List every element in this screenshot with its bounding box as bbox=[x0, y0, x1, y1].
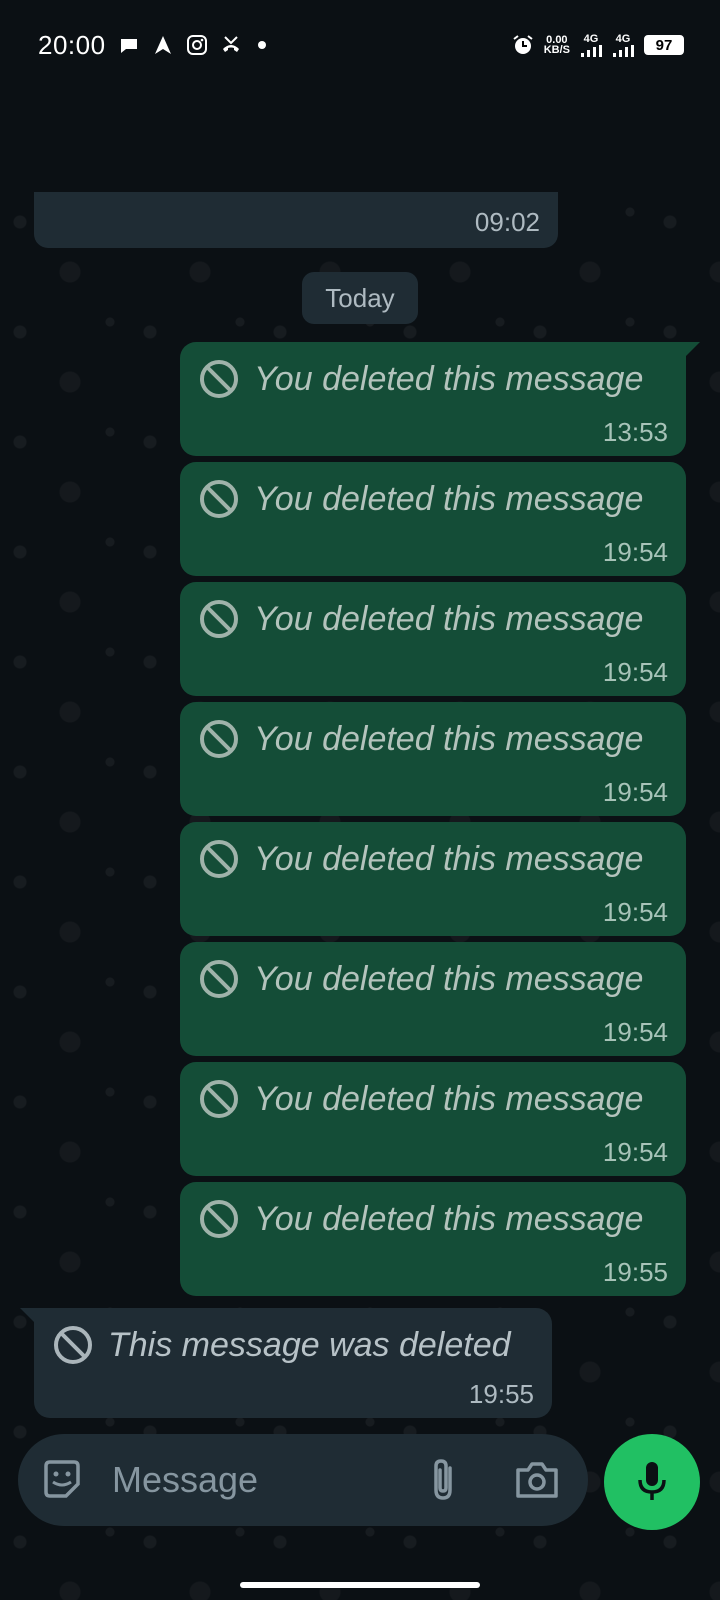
deleted-message-row: This message was deleted bbox=[52, 1324, 511, 1366]
outgoing-message-bubble[interactable]: You deleted this message 13:53 bbox=[180, 342, 700, 456]
chat-area[interactable]: 09:02 Today You deleted this message 13:… bbox=[0, 192, 720, 1600]
network-speed: 0.00 KB/S bbox=[543, 35, 570, 56]
notification-dot-icon bbox=[257, 41, 266, 49]
deleted-message-text: You deleted this message bbox=[254, 1079, 644, 1118]
message-time: 19:55 bbox=[602, 1257, 668, 1287]
deleted-message-row: You deleted this message bbox=[198, 838, 643, 880]
message-time: 19:54 bbox=[602, 777, 668, 807]
deleted-ban-icon bbox=[54, 1326, 92, 1364]
deleted-message-row: You deleted this message bbox=[198, 1198, 643, 1240]
deleted-message-row: You deleted this message bbox=[198, 598, 643, 640]
deleted-ban-icon bbox=[200, 840, 238, 878]
deleted-message-text: You deleted this message bbox=[254, 1199, 644, 1238]
deleted-message-text: You deleted this message bbox=[254, 479, 644, 518]
sim2-network-type: 4G bbox=[615, 32, 631, 45]
deleted-ban-icon bbox=[200, 1200, 238, 1238]
deleted-message-text: You deleted this message bbox=[254, 839, 644, 878]
microphone-icon bbox=[638, 1462, 666, 1500]
attach-paperclip-icon[interactable] bbox=[424, 1456, 464, 1504]
message-input[interactable] bbox=[112, 1456, 392, 1504]
sticker-emoji-icon[interactable] bbox=[40, 1458, 84, 1502]
outgoing-message-bubble[interactable]: You deleted this message 19:54 bbox=[180, 462, 686, 576]
status-left: 20:00 bbox=[38, 30, 276, 61]
deleted-ban-icon bbox=[200, 480, 238, 518]
deleted-ban-icon bbox=[200, 1080, 238, 1118]
voice-message-button[interactable] bbox=[604, 1434, 700, 1530]
sim2-signal: 4G bbox=[612, 32, 634, 57]
deleted-message-row: You deleted this message bbox=[198, 958, 643, 1000]
deleted-message-row: You deleted this message bbox=[198, 478, 643, 520]
missed-call-icon bbox=[222, 36, 239, 52]
message-time: 19:54 bbox=[602, 1017, 668, 1047]
status-time: 20:00 bbox=[38, 29, 106, 60]
outgoing-message-bubble[interactable]: You deleted this message 19:55 bbox=[180, 1182, 686, 1296]
incoming-message-bubble[interactable]: This message was deleted 19:55 bbox=[20, 1308, 552, 1418]
outgoing-message-bubble[interactable]: You deleted this message 19:54 bbox=[180, 822, 686, 936]
deleted-message-row: You deleted this message bbox=[198, 718, 643, 760]
sim1-network-type: 4G bbox=[583, 32, 599, 45]
instagram-icon bbox=[186, 35, 207, 55]
deleted-ban-icon bbox=[200, 960, 238, 998]
deleted-message-text: You deleted this message bbox=[254, 719, 644, 758]
message-time: 09:02 bbox=[474, 207, 540, 237]
deleted-message-row: You deleted this message bbox=[198, 1078, 643, 1120]
outgoing-message-bubble[interactable]: You deleted this message 19:54 bbox=[180, 702, 686, 816]
sim1-signal: 4G bbox=[580, 32, 602, 57]
navigation-icon bbox=[154, 36, 171, 54]
home-indicator[interactable] bbox=[240, 1582, 480, 1588]
deleted-ban-icon bbox=[200, 720, 238, 758]
message-time: 19:54 bbox=[602, 897, 668, 927]
battery-indicator: 97 bbox=[644, 35, 684, 55]
outgoing-message-list: You deleted this message 13:53 You delet… bbox=[180, 342, 700, 1302]
deleted-message-text: This message was deleted bbox=[108, 1325, 511, 1364]
outgoing-message-bubble[interactable]: You deleted this message 19:54 bbox=[180, 582, 686, 696]
deleted-ban-icon bbox=[200, 600, 238, 638]
incoming-message-bubble[interactable]: 09:02 bbox=[34, 192, 558, 248]
message-time: 19:54 bbox=[602, 537, 668, 567]
deleted-message-row: You deleted this message bbox=[198, 358, 643, 400]
outgoing-message-bubble[interactable]: You deleted this message 19:54 bbox=[180, 1062, 686, 1176]
alarm-icon bbox=[513, 35, 533, 54]
deleted-message-text: You deleted this message bbox=[254, 359, 644, 398]
signal-bars-icon bbox=[613, 44, 634, 57]
deleted-ban-icon bbox=[200, 360, 238, 398]
message-time: 13:53 bbox=[602, 417, 668, 447]
status-bar: 20:00 0.00 KB/S 4G 4G 97 bbox=[0, 0, 720, 90]
outgoing-message-bubble[interactable]: You deleted this message 19:54 bbox=[180, 942, 686, 1056]
deleted-message-text: You deleted this message bbox=[254, 959, 644, 998]
network-speed-unit: KB/S bbox=[543, 44, 570, 56]
camera-icon[interactable] bbox=[514, 1458, 560, 1502]
message-time: 19:54 bbox=[602, 1137, 668, 1167]
date-separator: Today bbox=[302, 272, 418, 324]
chat-bubble-icon bbox=[120, 39, 137, 53]
message-time: 19:54 bbox=[602, 657, 668, 687]
status-right: 0.00 KB/S 4G 4G 97 bbox=[512, 32, 684, 57]
message-composer bbox=[18, 1434, 588, 1526]
deleted-message-text: You deleted this message bbox=[254, 599, 644, 638]
message-time: 19:55 bbox=[468, 1379, 534, 1409]
signal-bars-icon bbox=[581, 44, 602, 57]
